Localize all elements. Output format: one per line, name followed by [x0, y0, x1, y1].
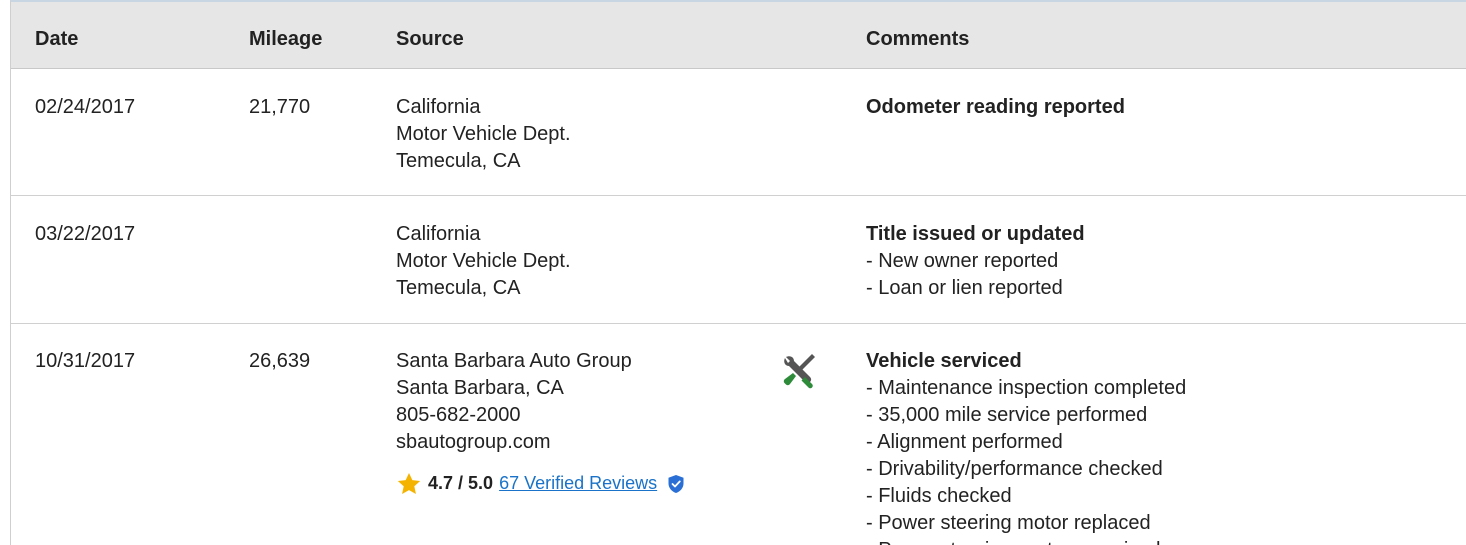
verified-reviews-link[interactable]: 67 Verified Reviews [499, 470, 657, 497]
comment-item: - Drivability/performance checked [866, 458, 1163, 480]
comment-item: - 35,000 mile service performed [866, 404, 1148, 426]
header-source[interactable]: Source [396, 27, 464, 51]
source-line: Temecula, CA [396, 150, 521, 172]
header-date[interactable]: Date [35, 27, 78, 51]
table-row: 10/31/2017 26,639 Santa Barbara Auto Gro… [11, 324, 1466, 545]
source-line: California [396, 96, 481, 118]
source-line: Motor Vehicle Dept. [396, 250, 571, 272]
source-line: Santa Barbara, CA [396, 377, 564, 399]
comment-title: Vehicle serviced [866, 350, 1022, 372]
source-line: California [396, 223, 481, 245]
row-source: California Motor Vehicle Dept. Temecula,… [396, 94, 571, 175]
verified-shield-icon [668, 474, 684, 493]
row-date: 03/22/2017 [35, 223, 136, 245]
row-date: 10/31/2017 [35, 350, 136, 372]
comment-item: - New owner reported [866, 250, 1059, 272]
dealer-rating: 4.7 / 5.0 67 Verified Reviews [396, 470, 685, 497]
row-source: California Motor Vehicle Dept. Temecula,… [396, 221, 571, 302]
row-comments: Vehicle serviced - Maintenance inspectio… [866, 348, 1186, 545]
row-comments: Title issued or updated - New owner repo… [866, 221, 1085, 302]
row-date: 02/24/2017 [35, 96, 136, 118]
comment-item: - Fluids checked [866, 485, 1012, 507]
comment-item: - Loan or lien reported [866, 277, 1063, 299]
header-mileage[interactable]: Mileage [249, 27, 322, 51]
source-line: Motor Vehicle Dept. [396, 123, 571, 145]
source-line: sbautogroup.com [396, 431, 551, 453]
comment-title: Odometer reading reported [866, 96, 1125, 118]
row-mileage: 21,770 [249, 96, 311, 118]
source-line: Temecula, CA [396, 277, 521, 299]
comment-title: Title issued or updated [866, 223, 1085, 245]
source-line: 805-682-2000 [396, 404, 521, 426]
source-line: Santa Barbara Auto Group [396, 350, 632, 372]
table-row: 03/22/2017 California Motor Vehicle Dept… [11, 196, 1466, 324]
table-header: Date Mileage Source Comments [11, 2, 1466, 69]
comment-item: - Power steering system serviced [866, 537, 1186, 545]
comment-item: - Power steering motor replaced [866, 512, 1151, 534]
row-comments: Odometer reading reported [866, 94, 1125, 121]
comment-item: - Alignment performed [866, 431, 1063, 453]
service-wrench-screwdriver-icon [783, 354, 815, 389]
header-comments[interactable]: Comments [866, 27, 969, 51]
row-mileage: 26,639 [249, 350, 311, 372]
rating-score: 4.7 / 5.0 [428, 473, 494, 493]
star-icon [397, 472, 421, 494]
comment-item: - Maintenance inspection completed [866, 377, 1187, 399]
row-source: Santa Barbara Auto Group Santa Barbara, … [396, 348, 685, 497]
table-row: 02/24/2017 21,770 California Motor Vehic… [11, 69, 1466, 196]
vehicle-history-table: Date Mileage Source Comments 02/24/2017 … [10, 0, 1466, 545]
